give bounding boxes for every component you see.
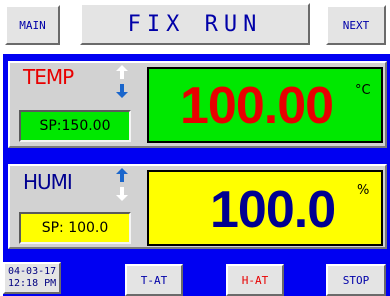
arrow-up-icon xyxy=(116,65,128,79)
page-title: FIX RUN xyxy=(80,3,310,45)
stop-button[interactable]: STOP xyxy=(326,264,386,296)
main-button-label: MAIN xyxy=(19,18,46,32)
humi-setpoint-field[interactable]: SP: 100.0 xyxy=(19,212,131,244)
date-text: 04-03-17 xyxy=(8,266,57,277)
arrow-down-icon xyxy=(116,84,128,98)
temp-setpoint-field[interactable]: SP:150.00 xyxy=(19,110,131,142)
humi-unit: % xyxy=(357,183,370,198)
page-title-text: FIX RUN xyxy=(127,11,263,37)
arrow-up-icon xyxy=(116,168,128,182)
main-button[interactable]: MAIN xyxy=(5,5,60,45)
temp-unit: °C xyxy=(355,83,371,98)
h-at-button[interactable]: H-AT xyxy=(226,264,284,296)
temp-label: TEMP xyxy=(23,65,74,89)
t-at-button-label: T-AT xyxy=(140,273,168,287)
next-button-label: NEXT xyxy=(342,18,370,32)
arrow-down-icon xyxy=(116,187,128,201)
temp-value: 100.00 xyxy=(180,77,334,135)
time-text: 12:18 PM xyxy=(8,278,57,289)
temp-setpoint-text: SP:150.00 xyxy=(39,118,111,134)
humi-label: HUMI xyxy=(23,170,73,194)
humi-value: 100.0 xyxy=(210,181,336,239)
h-at-button-label: H-AT xyxy=(241,273,269,287)
humi-setpoint-text: SP: 100.0 xyxy=(41,220,109,236)
next-button[interactable]: NEXT xyxy=(326,5,386,45)
datetime-display: 04-03-17 12:18 PM xyxy=(3,262,61,294)
stop-button-label: STOP xyxy=(342,273,370,287)
t-at-button[interactable]: T-AT xyxy=(125,264,183,296)
